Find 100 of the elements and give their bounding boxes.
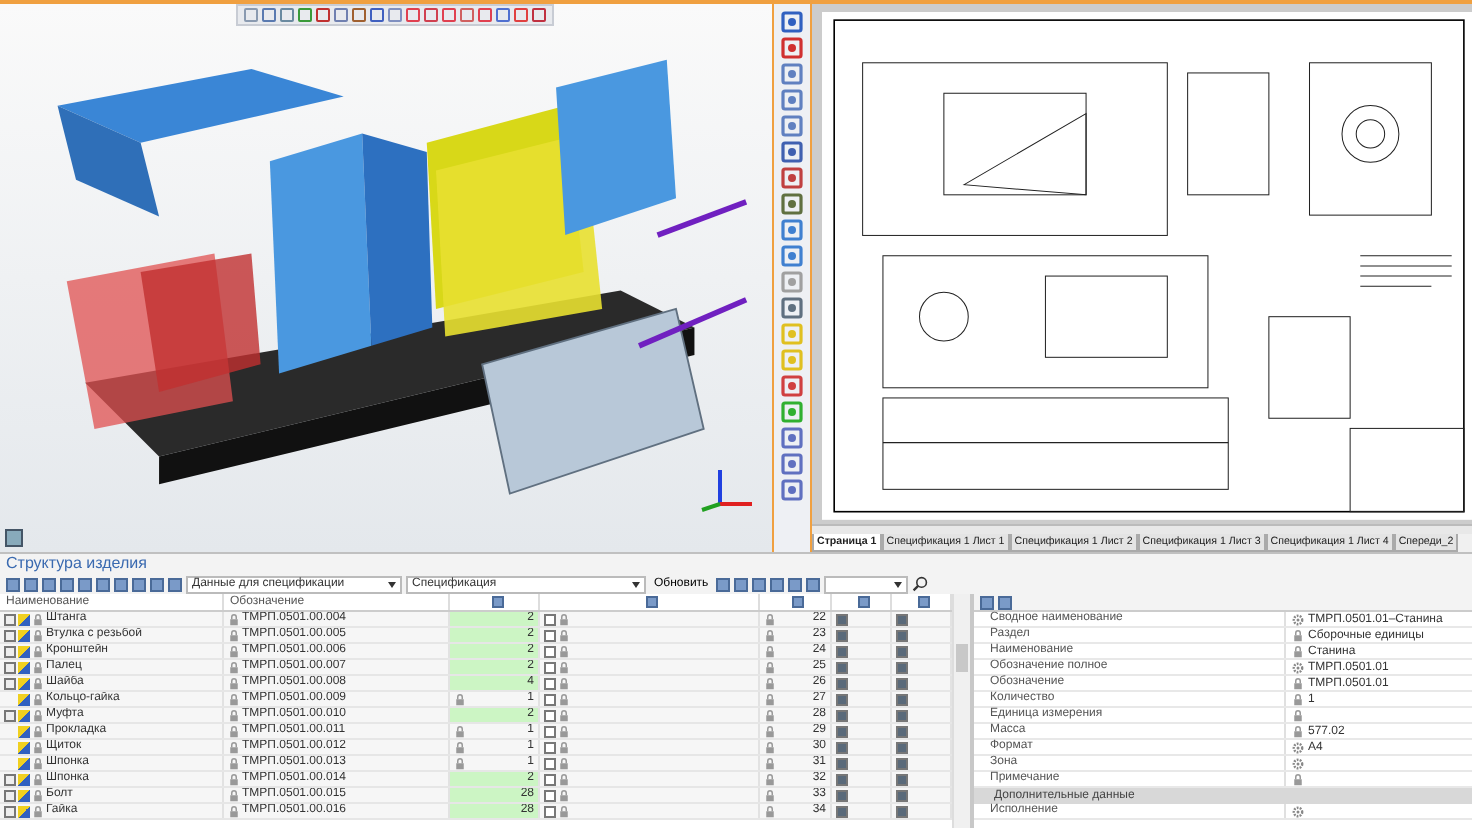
toolbar-tool-icon[interactable] bbox=[780, 10, 804, 34]
expand-toggle[interactable] bbox=[4, 789, 16, 801]
checkbox[interactable] bbox=[836, 757, 848, 769]
checkbox[interactable] bbox=[836, 789, 848, 801]
expand-toggle[interactable] bbox=[4, 645, 16, 657]
checkbox[interactable] bbox=[544, 709, 556, 721]
expand-toggle[interactable] bbox=[4, 613, 16, 625]
lock-icon bbox=[764, 613, 776, 625]
toolbar-tool-icon[interactable] bbox=[780, 62, 804, 86]
expand-toggle[interactable] bbox=[4, 805, 16, 817]
lock-icon bbox=[558, 789, 570, 801]
lock-icon bbox=[228, 757, 240, 769]
checkbox[interactable] bbox=[896, 645, 908, 657]
checkbox[interactable] bbox=[544, 645, 556, 657]
lock-icon bbox=[764, 709, 776, 721]
lock-icon bbox=[764, 789, 776, 801]
panel-title: Структура изделия bbox=[0, 554, 1472, 574]
checkbox[interactable] bbox=[896, 773, 908, 785]
checkbox[interactable] bbox=[836, 613, 848, 625]
toolbar-tool-icon[interactable] bbox=[780, 296, 804, 320]
toolbar-tool-icon[interactable] bbox=[780, 478, 804, 502]
lock-icon bbox=[764, 677, 776, 689]
checkbox[interactable] bbox=[544, 677, 556, 689]
checkbox[interactable] bbox=[836, 725, 848, 737]
checkbox[interactable] bbox=[896, 805, 908, 817]
toolbar-tool-icon[interactable] bbox=[780, 374, 804, 398]
toolbar-tool-icon[interactable] bbox=[780, 452, 804, 476]
lock-icon bbox=[228, 773, 240, 785]
checkbox[interactable] bbox=[836, 677, 848, 689]
checkbox[interactable] bbox=[544, 789, 556, 801]
toolbar-tool-icon[interactable] bbox=[780, 166, 804, 190]
checkbox[interactable] bbox=[836, 645, 848, 657]
expand-toggle[interactable] bbox=[4, 709, 16, 721]
toolbar-tool-icon[interactable] bbox=[780, 88, 804, 112]
lock-icon bbox=[454, 757, 466, 769]
view-cube-icon[interactable] bbox=[4, 528, 24, 548]
checkbox[interactable] bbox=[836, 741, 848, 753]
checkbox[interactable] bbox=[896, 693, 908, 705]
lock-icon bbox=[32, 789, 44, 801]
horizontal-scrollbar[interactable] bbox=[812, 523, 1472, 534]
lock-icon bbox=[558, 661, 570, 673]
toolbar-tool-icon[interactable] bbox=[780, 192, 804, 216]
lock-icon bbox=[32, 805, 44, 817]
expand-toggle[interactable] bbox=[4, 629, 16, 641]
checkbox[interactable] bbox=[896, 661, 908, 673]
checkbox[interactable] bbox=[544, 613, 556, 625]
column-header-icon[interactable] bbox=[491, 596, 503, 608]
lock-icon bbox=[558, 629, 570, 641]
toolbar-tool-icon[interactable] bbox=[780, 140, 804, 164]
caret-icon bbox=[632, 581, 640, 587]
categorized-view-icon[interactable] bbox=[980, 595, 994, 609]
toolbar-tool-icon[interactable] bbox=[780, 400, 804, 424]
checkbox[interactable] bbox=[896, 629, 908, 641]
checkbox[interactable] bbox=[836, 805, 848, 817]
toolbar-tool-icon[interactable] bbox=[780, 114, 804, 138]
lock-icon bbox=[764, 773, 776, 785]
expand-toggle[interactable] bbox=[4, 661, 16, 673]
toolbar-tool-icon[interactable] bbox=[780, 36, 804, 60]
lock-icon bbox=[228, 725, 240, 737]
vertical-scrollbar[interactable] bbox=[952, 594, 970, 828]
checkbox[interactable] bbox=[896, 757, 908, 769]
checkbox[interactable] bbox=[544, 773, 556, 785]
checkbox[interactable] bbox=[544, 629, 556, 641]
checkbox[interactable] bbox=[544, 725, 556, 737]
checkbox[interactable] bbox=[836, 693, 848, 705]
lock-icon bbox=[228, 789, 240, 801]
checkbox[interactable] bbox=[836, 709, 848, 721]
lock-icon bbox=[764, 757, 776, 769]
toolbar-tool-icon[interactable] bbox=[780, 218, 804, 242]
checkbox[interactable] bbox=[544, 805, 556, 817]
search-icon[interactable] bbox=[912, 576, 929, 592]
lock-icon bbox=[32, 645, 44, 657]
expand-toggle[interactable] bbox=[4, 677, 16, 689]
checkbox[interactable] bbox=[896, 789, 908, 801]
checkbox[interactable] bbox=[836, 629, 848, 641]
lock-icon bbox=[558, 645, 570, 657]
checkbox[interactable] bbox=[896, 725, 908, 737]
toolbar-tool-icon[interactable] bbox=[780, 270, 804, 294]
lock-icon bbox=[228, 677, 240, 689]
checkbox[interactable] bbox=[544, 757, 556, 769]
lock-icon bbox=[32, 741, 44, 753]
checkbox[interactable] bbox=[836, 661, 848, 673]
checkbox[interactable] bbox=[896, 709, 908, 721]
checkbox[interactable] bbox=[896, 613, 908, 625]
expand-toggle[interactable] bbox=[4, 773, 16, 785]
checkbox[interactable] bbox=[896, 741, 908, 753]
checkbox[interactable] bbox=[836, 773, 848, 785]
lock-icon bbox=[32, 677, 44, 689]
checkbox[interactable] bbox=[544, 741, 556, 753]
checkbox[interactable] bbox=[544, 661, 556, 673]
checkbox[interactable] bbox=[896, 677, 908, 689]
checkbox[interactable] bbox=[544, 693, 556, 705]
lock-icon bbox=[558, 741, 570, 753]
lock-icon bbox=[558, 709, 570, 721]
toolbar-tool-icon[interactable] bbox=[780, 426, 804, 450]
lock-icon bbox=[454, 741, 466, 753]
lock-icon bbox=[32, 629, 44, 641]
lock-icon bbox=[228, 693, 240, 705]
sort-icon[interactable] bbox=[998, 595, 1012, 609]
toolbar-tool-icon[interactable] bbox=[780, 244, 804, 268]
